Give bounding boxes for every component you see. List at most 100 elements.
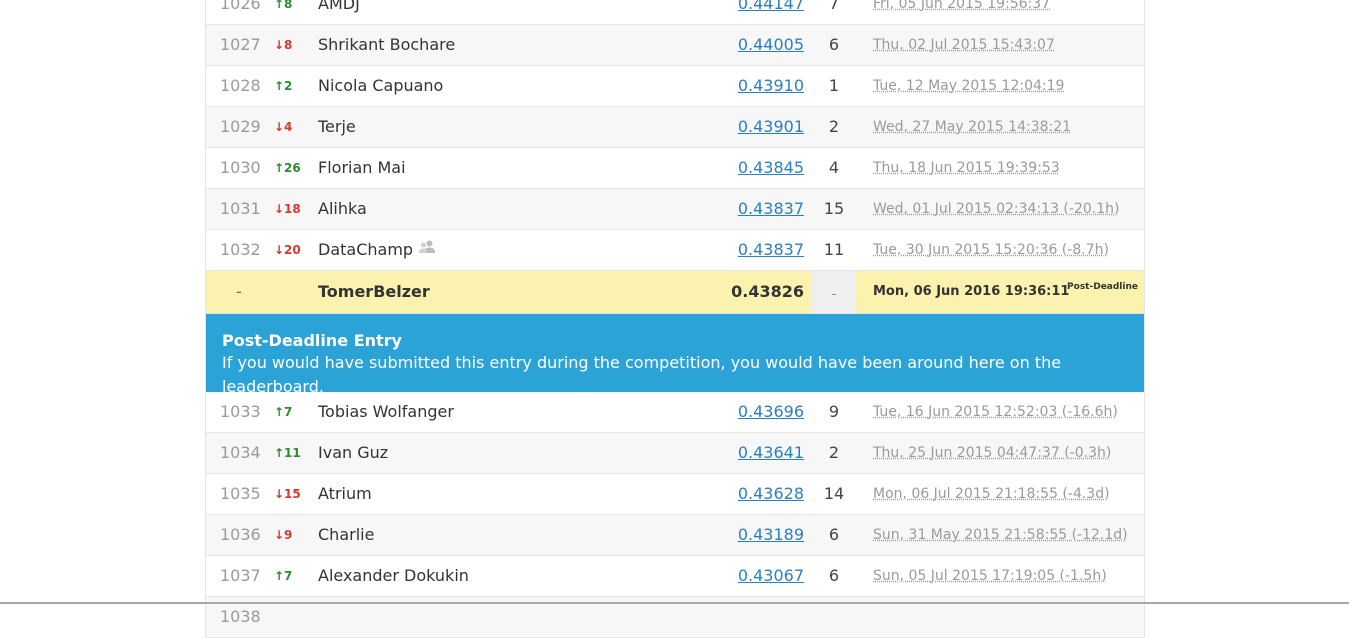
last-submission-cell: Sun, 31 May 2015 21:58:55 (-12.1d): [873, 527, 1128, 543]
entries-cell: 6: [828, 35, 840, 54]
leaderboard-row: 1037 ↑7 Alexander Dokukin 0.43067 6 Sun, 05 J…: [206, 556, 1144, 597]
score-link[interactable]: 0.43845: [726, 148, 804, 188]
last-submission-cell: Thu, 25 Jun 2015 04:47:37 (-0.3h): [873, 445, 1112, 461]
last-submission-cell: Wed, 27 May 2015 14:38:21: [873, 119, 1072, 135]
rank-cell: 1032: [220, 240, 261, 259]
my-entry-team: TomerBelzer: [318, 282, 430, 301]
team-cell: Atrium: [318, 474, 718, 514]
my-entry-rank: -: [236, 282, 242, 301]
score-link[interactable]: 0.43837: [726, 230, 804, 270]
rank-up-indicator: ↑2: [274, 79, 293, 93]
team-cell: Terje: [318, 107, 718, 147]
post-deadline-banner: Post-Deadline Entry If you would have su…: [206, 314, 1144, 396]
leaderboard-row: 1031 ↓18 Alihka 0.43837 15 Wed, 01 Jul 2015 0…: [206, 189, 1144, 230]
last-submission-cell: Tue, 12 May 2015 12:04:19: [873, 78, 1065, 94]
score-link[interactable]: 0.43696: [726, 392, 804, 432]
team-cell: Charlie: [318, 515, 718, 555]
my-entry-score: 0.43826: [731, 282, 804, 301]
leaderboard-row: 1035 ↓15 Atrium 0.43628 14 Mon, 06 Jul 2015 2…: [206, 474, 1144, 515]
team-name[interactable]: AMDJ: [318, 0, 360, 13]
rank-down-indicator: ↓20: [274, 243, 301, 257]
last-submission-cell: Fri, 05 Jun 2015 19:56:37: [873, 0, 1051, 12]
team-name[interactable]: Ivan Guz: [318, 443, 388, 462]
score-link[interactable]: 0.43837: [726, 189, 804, 229]
rank-cell: 1026: [220, 0, 261, 13]
team-cell: Florian Mai: [318, 148, 718, 188]
leaderboard-row: 1030 ↑26 Florian Mai 0.43845 4 Thu, 18 Jun 20…: [206, 148, 1144, 189]
team-name[interactable]: Florian Mai: [318, 158, 406, 177]
my-entry-row: - TomerBelzer 0.43826 - Mon, 06 Jun 2016…: [206, 271, 1144, 314]
last-submission-cell: Tue, 30 Jun 2015 15:20:36 (-8.7h): [873, 242, 1109, 258]
rank-cell: 1027: [220, 35, 261, 54]
leaderboard-row: 1032 ↓20 DataChamp 0.43837 11 Tue, 30 Jun 201…: [206, 230, 1144, 271]
rank-down-indicator: ↓8: [274, 38, 293, 52]
team-name[interactable]: DataChamp: [318, 240, 413, 259]
team-name[interactable]: Tobias Wolfanger: [318, 402, 454, 421]
leaderboard-row: 1029 ↓4 Terje 0.43901 2 Wed, 27 May 2015 14:3…: [206, 107, 1144, 148]
rank-cell: 1028: [220, 76, 261, 95]
team-cell: Alexander Dokukin: [318, 556, 718, 596]
rank-cell: 1036: [220, 525, 261, 544]
team-cell: DataChamp: [318, 230, 718, 270]
rank-cell: 1029: [220, 117, 261, 136]
rank-down-indicator: ↓9: [274, 528, 293, 542]
entries-cell: 14: [823, 484, 845, 503]
leaderboard-table: 1026 ↑8 AMDJ 0.44147 7 Fri, 05 Jun 2015 19:56…: [205, 0, 1145, 638]
entries-cell: 11: [823, 240, 845, 259]
last-submission-cell: Sun, 05 Jul 2015 17:19:05 (-1.5h): [873, 568, 1107, 584]
entries-cell: 4: [828, 158, 840, 177]
team-name[interactable]: Nicola Capuano: [318, 76, 443, 95]
leaderboard-row: 1028 ↑2 Nicola Capuano 0.43910 1 Tue, 12 May …: [206, 66, 1144, 107]
rank-down-indicator: ↓15: [274, 487, 301, 501]
last-submission-cell: Tue, 16 Jun 2015 12:52:03 (-16.6h): [873, 404, 1118, 420]
rank-up-indicator: ↑7: [274, 569, 293, 583]
team-name[interactable]: Alexander Dokukin: [318, 566, 469, 585]
rank-up-indicator: ↑11: [274, 446, 301, 460]
rank-up-indicator: ↑8: [274, 0, 293, 11]
score-link[interactable]: 0.44005: [726, 25, 804, 65]
score-link[interactable]: 0.43628: [726, 474, 804, 514]
rank-cell: 1030: [220, 158, 261, 177]
score-link[interactable]: 0.44147: [726, 0, 804, 24]
team-cell: Alihka: [318, 189, 718, 229]
leaderboard-rows-before: 1026 ↑8 AMDJ 0.44147 7 Fri, 05 Jun 2015 19:56…: [206, 0, 1144, 271]
team-cell: Shrikant Bochare: [318, 25, 718, 65]
score-link[interactable]: 0.43910: [726, 66, 804, 106]
leaderboard-row: 1033 ↑7 Tobias Wolfanger 0.43696 9 Tue, 16 Ju…: [206, 392, 1144, 433]
score-link[interactable]: 0.43641: [726, 433, 804, 473]
rank-up-indicator: ↑7: [274, 405, 293, 419]
rank-cell: 1033: [220, 402, 261, 421]
entries-cell: 7: [828, 0, 840, 13]
team-cell: Tobias Wolfanger: [318, 392, 718, 432]
entries-cell: 2: [828, 117, 840, 136]
entries-cell: 2: [828, 443, 840, 462]
team-cell: AMDJ: [318, 0, 718, 24]
rank-cell: 1037: [220, 566, 261, 585]
entries-cell: 9: [828, 402, 840, 421]
entries-cell: 6: [828, 566, 840, 585]
score-link[interactable]: 0.43067: [726, 556, 804, 596]
rank-up-indicator: ↑26: [274, 161, 301, 175]
rank-cell: 1035: [220, 484, 261, 503]
leaderboard-row: 1026 ↑8 AMDJ 0.44147 7 Fri, 05 Jun 2015 19:56…: [206, 0, 1144, 25]
team-name[interactable]: Terje: [318, 117, 356, 136]
my-entry-submitted: Mon, 06 Jun 2016 19:36:11: [873, 284, 1070, 299]
score-link[interactable]: 0.43189: [726, 515, 804, 555]
rank-down-indicator: ↓18: [274, 202, 301, 216]
leaderboard-row: 1036 ↓9 Charlie 0.43189 6 Sun, 31 May 2015 21…: [206, 515, 1144, 556]
team-name[interactable]: Shrikant Bochare: [318, 35, 455, 54]
team-cell: Ivan Guz: [318, 433, 718, 473]
post-deadline-badge: Post-Deadline: [1067, 282, 1138, 292]
score-link[interactable]: 0.43901: [726, 107, 804, 147]
team-name[interactable]: Atrium: [318, 484, 372, 503]
last-submission-cell: Thu, 18 Jun 2015 19:39:53: [873, 160, 1060, 176]
team-name[interactable]: Charlie: [318, 525, 374, 544]
leaderboard-row: 1027 ↓8 Shrikant Bochare 0.44005 6 Thu, 02 Ju…: [206, 25, 1144, 66]
team-name[interactable]: Alihka: [318, 199, 367, 218]
banner-title: Post-Deadline Entry: [222, 331, 402, 350]
team-members-icon: [419, 229, 436, 269]
last-submission-cell: Thu, 02 Jul 2015 15:43:07: [873, 37, 1055, 53]
rank-cell: 1034: [220, 443, 261, 462]
entries-cell: 1: [828, 76, 840, 95]
leaderboard-row: 1034 ↑11 Ivan Guz 0.43641 2 Thu, 25 Jun 2015 …: [206, 433, 1144, 474]
